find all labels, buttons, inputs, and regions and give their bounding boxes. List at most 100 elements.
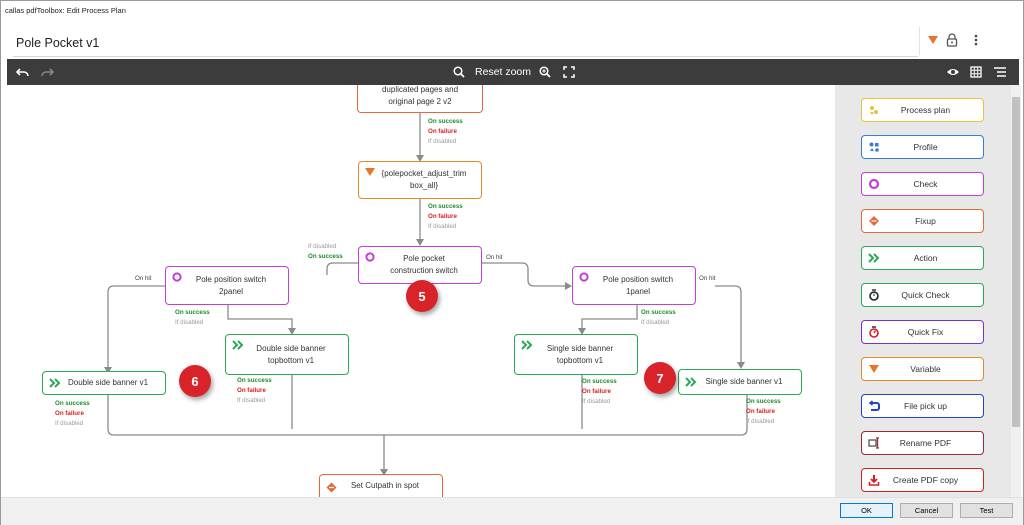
node-pole-pocket-construction-switch[interactable]: Pole pocket construction switch xyxy=(358,246,482,284)
reset-zoom-button[interactable]: Reset zoom xyxy=(473,62,533,82)
file-pick-up-icon xyxy=(868,400,880,412)
ok-button[interactable]: OK xyxy=(840,503,893,518)
palette-scrollbar-thumb[interactable] xyxy=(1012,97,1020,427)
rename-pdf-icon xyxy=(868,437,880,449)
node-pole-position-switch-1panel[interactable]: Pole position switch 1panel xyxy=(572,266,696,305)
check-icon xyxy=(868,178,880,190)
palette-action[interactable]: Action xyxy=(861,246,984,270)
conn-label: If disabled xyxy=(55,420,84,427)
node-double-side-banner-topbottom[interactable]: Double side banner topbottom v1 xyxy=(225,334,349,375)
app-window: callas pdfToolbox: Edit Process Plan Pol… xyxy=(0,0,1024,525)
variable-indicator-icon[interactable] xyxy=(927,33,939,49)
palette-label: File pick up xyxy=(904,401,947,411)
palette-quick-fix[interactable]: Quick Fix xyxy=(861,320,984,344)
quick-check-icon xyxy=(868,289,880,301)
conn-label: If disabled xyxy=(308,243,337,250)
plan-name-underline xyxy=(13,56,918,57)
palette-create-pdf-copy[interactable]: Create PDF copy xyxy=(861,468,984,492)
grid-icon[interactable] xyxy=(967,62,985,82)
conn-label: On success xyxy=(308,253,343,260)
conn-label: On success xyxy=(582,378,617,385)
palette-quick-check[interactable]: Quick Check xyxy=(861,283,984,307)
node-line: {polepocket_adjust_trim xyxy=(381,169,467,178)
cancel-button[interactable]: Cancel xyxy=(900,503,953,518)
process-plan-canvas[interactable]: duplicated pages and original page 2 v2 O… xyxy=(7,85,835,497)
node-pole-position-switch-2panel[interactable]: Pole position switch 2panel xyxy=(165,266,289,305)
conn-label: On hit xyxy=(699,275,716,282)
editor-toolbar: Reset zoom xyxy=(7,59,1019,85)
conn-label: On failure xyxy=(746,408,775,415)
palette-label: Create PDF copy xyxy=(892,475,959,485)
node-label: Set Cutpath in spot xyxy=(350,481,420,490)
more-options-icon[interactable] xyxy=(973,33,979,49)
conn-label: On failure xyxy=(582,388,611,395)
conn-label: If disabled xyxy=(428,223,457,230)
palette-label: Quick Check xyxy=(901,290,950,300)
node-line: Pole pocket xyxy=(403,254,445,263)
redo-icon[interactable] xyxy=(39,62,55,82)
window-title: callas pdfToolbox: Edit Process Plan xyxy=(1,1,1023,23)
conn-label: On hit xyxy=(486,254,503,261)
node-line: construction switch xyxy=(390,266,458,275)
list-layout-icon[interactable] xyxy=(991,62,1009,82)
quick-fix-icon xyxy=(868,326,880,338)
lock-icon[interactable] xyxy=(946,33,958,49)
palette-rename-pdf[interactable]: Rename PDF xyxy=(861,431,984,455)
node-line: duplicated pages and xyxy=(381,85,459,94)
palette-label: Action xyxy=(913,253,938,263)
palette-file-pick-up[interactable]: File pick up xyxy=(861,394,984,418)
namebar-separator xyxy=(919,27,920,55)
node-line: Pole position switch xyxy=(602,274,674,284)
process-plan-icon xyxy=(868,104,880,116)
conn-label: On hit xyxy=(135,275,152,282)
conn-label: On success xyxy=(746,398,781,405)
undo-icon[interactable] xyxy=(15,62,31,82)
node-line: topbottom v1 xyxy=(267,355,315,365)
action-icon xyxy=(868,252,880,264)
node-single-side-banner-topbottom[interactable]: Single side banner topbottom v1 xyxy=(514,334,638,375)
conn-label: On failure xyxy=(237,387,266,394)
node-line: Pole position switch xyxy=(195,274,267,284)
node-line: Single side banner xyxy=(546,343,614,353)
conn-label: On success xyxy=(175,309,210,316)
test-button[interactable]: Test xyxy=(960,503,1013,518)
conn-label: If disabled xyxy=(641,319,670,326)
palette-label: Fixup xyxy=(915,216,936,226)
fit-to-screen-icon[interactable] xyxy=(561,62,577,82)
conn-label: If disabled xyxy=(582,398,611,405)
zoom-out-icon[interactable] xyxy=(451,62,467,82)
palette-label: Rename PDF xyxy=(899,438,952,448)
fixup-icon xyxy=(868,215,880,227)
conn-label: On success xyxy=(428,203,463,210)
node-line: original page 2 v2 xyxy=(388,97,452,106)
conn-label: On success xyxy=(237,377,272,384)
node-duplicated-pages[interactable]: duplicated pages and original page 2 v2 xyxy=(357,85,483,113)
node-single-side-banner[interactable]: Single side banner v1 xyxy=(678,369,802,395)
node-line: box_all} xyxy=(409,181,438,190)
palette-profile[interactable]: Profile xyxy=(861,135,984,159)
component-palette: Process plan Profile Check Fixup Action … xyxy=(835,85,1021,497)
step-badge: 5 xyxy=(406,280,438,312)
palette-check[interactable]: Check xyxy=(861,172,984,196)
eye-icon[interactable] xyxy=(944,62,962,82)
conn-label: If disabled xyxy=(175,319,204,326)
palette-fixup[interactable]: Fixup xyxy=(861,209,984,233)
node-line: topbottom v1 xyxy=(556,355,604,365)
node-variable-polepocket[interactable]: {polepocket_adjust_trim box_all} xyxy=(358,161,482,199)
zoom-in-icon[interactable] xyxy=(537,62,553,82)
node-label: Single side banner v1 xyxy=(705,377,783,386)
node-double-side-banner[interactable]: Double side banner v1 xyxy=(42,371,166,395)
palette-label: Check xyxy=(913,179,938,189)
plan-name-input[interactable]: Pole Pocket v1 xyxy=(16,36,99,50)
node-label: Double side banner v1 xyxy=(67,378,149,387)
palette-variable[interactable]: Variable xyxy=(861,357,984,381)
step-badge: 6 xyxy=(179,365,211,397)
node-set-cutpath-in-spot[interactable]: Set Cutpath in spot xyxy=(319,474,443,497)
palette-process-plan[interactable]: Process plan xyxy=(861,98,984,122)
palette-label: Profile xyxy=(913,142,938,152)
palette-label: Quick Fix xyxy=(907,327,944,337)
conn-label: On failure xyxy=(428,128,457,135)
step-badge: 7 xyxy=(644,362,676,394)
conn-label: On success xyxy=(55,400,90,407)
conn-label: On success xyxy=(428,118,463,125)
